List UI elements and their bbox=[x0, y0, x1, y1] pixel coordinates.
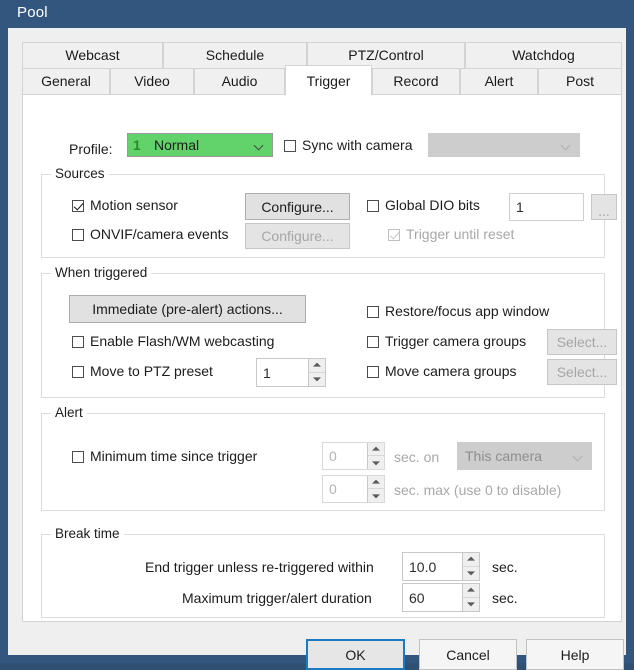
checkbox-box bbox=[367, 200, 379, 212]
profile-value: Normal bbox=[154, 137, 200, 153]
max-duration-value: 60 bbox=[409, 589, 425, 606]
enable-flash-wm-label: Enable Flash/WM webcasting bbox=[90, 333, 275, 349]
chevron-down-icon bbox=[574, 453, 583, 462]
tab-audio[interactable]: Audio bbox=[194, 68, 285, 95]
sync-with-camera-label: Sync with camera bbox=[302, 137, 413, 153]
tab-watchdog[interactable]: Watchdog bbox=[465, 42, 622, 69]
when-triggered-group-title: When triggered bbox=[51, 265, 152, 280]
minimum-time-spinner: 0 bbox=[322, 442, 385, 470]
tab-webcast[interactable]: Webcast bbox=[22, 42, 163, 69]
max-duration-unit: sec. bbox=[492, 590, 518, 606]
tab-page-trigger: Profile: 1 Normal Sync with camera Sourc… bbox=[22, 80, 622, 622]
ptz-preset-value: 1 bbox=[263, 364, 271, 381]
spinner-up-icon[interactable] bbox=[463, 553, 479, 567]
tab-row-primary: General Video Audio Trigger Record Alert… bbox=[22, 65, 622, 96]
spinner-up-icon bbox=[368, 476, 384, 489]
onvif-events-label: ONVIF/camera events bbox=[90, 226, 229, 242]
camera-scope-combobox: This camera bbox=[457, 442, 592, 470]
chevron-down-icon bbox=[255, 142, 264, 151]
global-dio-bits-input[interactable]: 1 bbox=[509, 193, 584, 221]
tab-general[interactable]: General bbox=[22, 68, 110, 95]
trigger-groups-select-button: Select... bbox=[547, 329, 617, 355]
tab-trigger[interactable]: Trigger bbox=[285, 65, 372, 96]
spinner-down-icon[interactable] bbox=[309, 373, 325, 387]
spinner-up-icon[interactable] bbox=[309, 359, 325, 373]
spinner-down-icon bbox=[368, 456, 384, 469]
when-triggered-group: When triggered Immediate (pre-alert) act… bbox=[41, 265, 617, 398]
global-dio-bits-label: Global DIO bits bbox=[385, 197, 480, 213]
spinner-buttons bbox=[367, 443, 384, 469]
move-to-ptz-preset-label: Move to PTZ preset bbox=[90, 363, 213, 379]
checkbox-box bbox=[284, 140, 296, 152]
checkbox-box bbox=[367, 336, 379, 348]
tab-video[interactable]: Video bbox=[110, 68, 194, 95]
checkbox-box bbox=[72, 451, 84, 463]
sync-camera-combobox bbox=[428, 133, 580, 157]
spinner-buttons[interactable] bbox=[462, 584, 479, 611]
trigger-until-reset-label: Trigger until reset bbox=[406, 226, 515, 242]
minimum-time-since-trigger-label: Minimum time since trigger bbox=[90, 448, 258, 464]
checkbox-box bbox=[367, 366, 379, 378]
maximum-time-value: 0 bbox=[329, 481, 337, 497]
profile-index: 1 bbox=[133, 137, 141, 153]
end-trigger-unit: sec. bbox=[492, 559, 518, 575]
break-time-group-title: Break time bbox=[51, 526, 124, 541]
help-button[interactable]: Help bbox=[526, 639, 624, 670]
dialog-button-bar: OK Cancel Help bbox=[8, 630, 626, 670]
alert-group: Alert Minimum time since trigger 0 sec. … bbox=[41, 405, 605, 511]
title-bar: Pool bbox=[0, 0, 634, 28]
dialog-client-area: Profile: 1 Normal Sync with camera Sourc… bbox=[8, 28, 626, 670]
tab-strip: Webcast Schedule PTZ/Control Watchdog Ge… bbox=[22, 42, 622, 96]
ptz-preset-spinner[interactable]: 1 bbox=[256, 358, 326, 387]
cancel-button[interactable]: Cancel bbox=[419, 639, 517, 670]
restore-focus-window-label: Restore/focus app window bbox=[385, 303, 550, 319]
move-groups-select-button: Select... bbox=[547, 359, 617, 385]
ok-button[interactable]: OK bbox=[306, 639, 405, 670]
checkbox-box bbox=[72, 366, 84, 378]
sources-group-title: Sources bbox=[51, 166, 109, 181]
onvif-configure-button: Configure... bbox=[245, 223, 350, 249]
tab-post[interactable]: Post bbox=[538, 68, 622, 95]
dialog-window: Pool Profile: 1 Normal Sync with camera bbox=[0, 0, 634, 670]
sec-on-label: sec. on bbox=[394, 449, 440, 465]
spinner-up-icon[interactable] bbox=[463, 584, 479, 598]
end-trigger-spinner[interactable]: 10.0 bbox=[402, 552, 480, 581]
motion-sensor-label: Motion sensor bbox=[90, 197, 178, 213]
profile-label: Profile: bbox=[69, 141, 113, 157]
max-duration-spinner[interactable]: 60 bbox=[402, 583, 480, 612]
spinner-down-icon bbox=[368, 489, 384, 502]
spinner-down-icon[interactable] bbox=[463, 567, 479, 581]
spinner-buttons[interactable] bbox=[308, 359, 325, 386]
max-duration-label: Maximum trigger/alert duration bbox=[182, 590, 372, 606]
move-camera-groups-label: Move camera groups bbox=[385, 363, 517, 379]
checkbox-box bbox=[367, 306, 379, 318]
break-time-group: Break time End trigger unless re-trigger… bbox=[41, 526, 605, 618]
minimum-time-value: 0 bbox=[329, 448, 337, 464]
spinner-up-icon bbox=[368, 443, 384, 456]
end-trigger-label: End trigger unless re-triggered within bbox=[145, 559, 374, 575]
trigger-camera-groups-label: Trigger camera groups bbox=[385, 333, 527, 349]
checkbox-box bbox=[72, 229, 84, 241]
checkbox-box bbox=[72, 200, 84, 212]
global-dio-bits-value: 1 bbox=[516, 199, 524, 215]
profile-combobox[interactable]: 1 Normal bbox=[127, 133, 273, 157]
sec-max-label: sec. max (use 0 to disable) bbox=[394, 482, 562, 498]
camera-scope-value: This camera bbox=[465, 448, 543, 464]
tab-record[interactable]: Record bbox=[372, 68, 460, 95]
window-title: Pool bbox=[17, 4, 48, 21]
spinner-buttons bbox=[367, 476, 384, 502]
motion-configure-button[interactable]: Configure... bbox=[245, 193, 350, 220]
alert-group-title: Alert bbox=[51, 405, 87, 420]
end-trigger-value: 10.0 bbox=[409, 558, 437, 575]
sources-group: Sources Motion sensor Configure... ONVIF… bbox=[41, 166, 617, 258]
checkbox-box bbox=[388, 229, 400, 241]
immediate-actions-button[interactable]: Immediate (pre-alert) actions... bbox=[69, 295, 306, 323]
spinner-buttons[interactable] bbox=[462, 553, 479, 580]
spinner-down-icon[interactable] bbox=[463, 598, 479, 612]
checkbox-box bbox=[72, 336, 84, 348]
tab-alert[interactable]: Alert bbox=[460, 68, 538, 95]
chevron-down-icon bbox=[562, 142, 571, 151]
global-dio-browse-button: ... bbox=[591, 194, 617, 220]
maximum-time-spinner: 0 bbox=[322, 475, 385, 503]
